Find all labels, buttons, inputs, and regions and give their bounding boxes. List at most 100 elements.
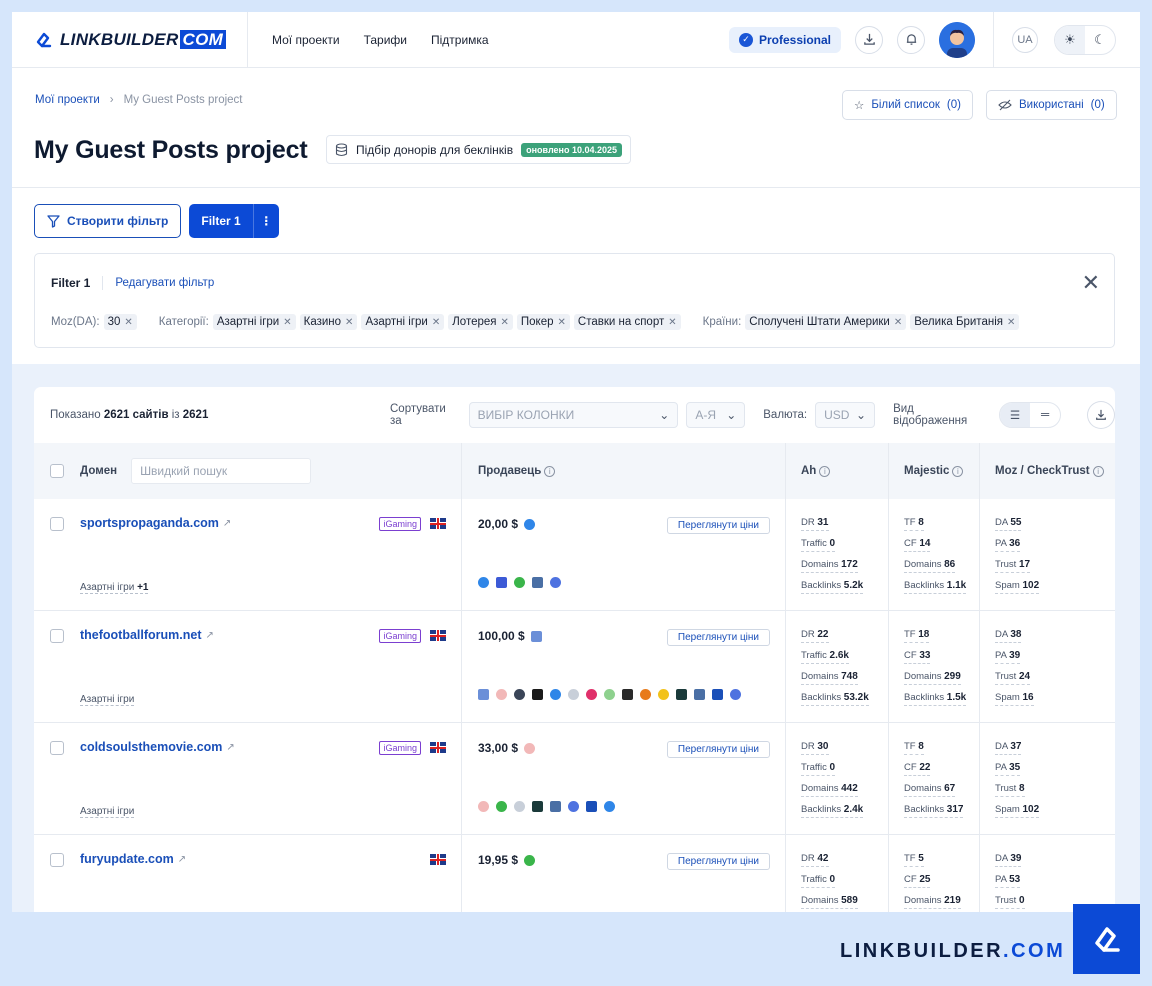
filter-tag[interactable]: Азартні ігри ✕ <box>212 314 296 330</box>
breadcrumb-root[interactable]: Мої проекти <box>35 94 100 106</box>
seller-icon[interactable] <box>694 689 705 700</box>
download-button[interactable] <box>855 25 883 54</box>
sort-column-select[interactable]: ВИБІР КОЛОНКИ ⌄ <box>468 402 679 428</box>
seller-icon[interactable] <box>524 518 536 530</box>
view-prices-button[interactable]: Переглянути ціни <box>666 853 770 870</box>
seller-icon[interactable] <box>496 689 507 700</box>
seller-icon[interactable] <box>550 689 561 700</box>
select-all-checkbox[interactable] <box>50 464 64 478</box>
ah-header[interactable]: Ah <box>801 465 816 477</box>
seller-icon[interactable] <box>568 801 579 812</box>
seller-icon[interactable] <box>640 689 651 700</box>
seller-icon[interactable] <box>524 742 536 754</box>
logo[interactable]: LINKBUILDER COM <box>12 12 248 67</box>
info-icon[interactable]: i <box>1092 465 1104 477</box>
more-icon[interactable]: ⋮ <box>252 204 279 238</box>
seller-icon[interactable] <box>712 689 723 700</box>
remove-icon[interactable]: ✕ <box>124 317 132 328</box>
seller-icon[interactable] <box>532 577 543 588</box>
view-prices-button[interactable]: Переглянути ціни <box>666 517 770 534</box>
seller-icon[interactable] <box>532 689 543 700</box>
row-checkbox[interactable] <box>50 629 64 643</box>
export-button[interactable] <box>1087 401 1115 429</box>
category-label[interactable]: Азартні ігри +1 <box>80 582 149 594</box>
category-label[interactable]: Азартні ігри <box>80 694 135 706</box>
seller-icon[interactable] <box>514 689 525 700</box>
info-icon[interactable]: i <box>544 465 556 477</box>
seller-icon[interactable] <box>514 577 525 588</box>
remove-icon[interactable]: ✕ <box>668 317 676 328</box>
remove-icon[interactable]: ✕ <box>558 317 566 328</box>
seller-icon[interactable] <box>514 801 525 812</box>
remove-icon[interactable]: ✕ <box>345 317 353 328</box>
domain-link[interactable]: furyupdate.com ↗ <box>80 852 186 866</box>
info-icon[interactable]: i <box>952 465 964 477</box>
seller-icon[interactable] <box>550 577 561 588</box>
seller-header[interactable]: Продавець <box>478 465 541 477</box>
nav-support[interactable]: Підтримка <box>431 33 489 47</box>
moon-icon[interactable]: ☾ <box>1085 26 1115 54</box>
info-icon[interactable]: i <box>819 465 831 477</box>
seller-icon[interactable] <box>586 801 597 812</box>
edit-filter-link[interactable]: Редагувати фільтр <box>115 277 214 289</box>
language-switch[interactable]: UA <box>1012 26 1038 53</box>
sun-icon[interactable]: ☀ <box>1055 25 1085 54</box>
seller-icon[interactable] <box>550 801 561 812</box>
active-filter-button[interactable]: Filter 1 ⋮ <box>189 204 279 238</box>
remove-icon[interactable]: ✕ <box>432 317 440 328</box>
seller-icon[interactable] <box>532 801 543 812</box>
seller-icon[interactable] <box>478 689 489 700</box>
seller-icon[interactable] <box>604 801 615 812</box>
view-prices-button[interactable]: Переглянути ціни <box>666 629 770 646</box>
seller-icon[interactable] <box>586 689 597 700</box>
plan-badge[interactable]: ✓ Professional <box>728 26 841 53</box>
filter-tag[interactable]: Сполучені Штати Америки ✕ <box>745 314 907 330</box>
row-checkbox[interactable] <box>50 853 64 867</box>
row-checkbox[interactable] <box>50 517 64 531</box>
row-checkbox[interactable] <box>50 741 64 755</box>
filter-tag[interactable]: Велика Британія ✕ <box>910 314 1020 330</box>
view-toggle[interactable]: ☰ ═ <box>999 402 1062 428</box>
seller-icon[interactable] <box>658 689 669 700</box>
seller-icon[interactable] <box>604 689 615 700</box>
domain-header[interactable]: Домен <box>80 465 117 477</box>
whitelist-button[interactable]: ☆ Білий список (0) <box>842 90 973 120</box>
filter-tag[interactable]: Азартні ігри ✕ <box>361 314 445 330</box>
seller-icon[interactable] <box>676 689 687 700</box>
used-button[interactable]: Використані (0) <box>986 90 1117 120</box>
domain-link[interactable]: thefootballforum.net ↗ <box>80 628 214 642</box>
seller-icon[interactable] <box>524 854 536 866</box>
nav-pricing[interactable]: Тарифи <box>364 33 407 47</box>
remove-icon[interactable]: ✕ <box>894 317 902 328</box>
create-filter-button[interactable]: Створити фільтр <box>34 204 182 238</box>
view-prices-button[interactable]: Переглянути ціни <box>666 741 770 758</box>
seller-icon[interactable] <box>478 801 489 812</box>
close-icon[interactable]: ✕ <box>1082 272 1100 294</box>
domain-link[interactable]: coldsoulsthemovie.com ↗ <box>80 740 235 754</box>
majestic-header[interactable]: Majestic <box>904 465 949 477</box>
moz-header[interactable]: Moz / CheckTrust <box>995 465 1090 477</box>
tool-selector[interactable]: Підбір донорів для беклінків оновлено 10… <box>326 135 632 164</box>
remove-icon[interactable]: ✕ <box>283 317 291 328</box>
filter-tag[interactable]: Ставки на спорт ✕ <box>573 314 681 330</box>
remove-icon[interactable]: ✕ <box>1007 317 1015 328</box>
currency-select[interactable]: USD ⌄ <box>815 402 876 428</box>
seller-icon[interactable] <box>496 577 507 588</box>
filter-tag[interactable]: Лотерея ✕ <box>448 314 513 330</box>
seller-icon[interactable] <box>496 801 507 812</box>
notifications-button[interactable] <box>897 25 925 54</box>
avatar[interactable] <box>939 21 975 58</box>
seller-icon[interactable] <box>568 689 579 700</box>
filter-tag[interactable]: 30 ✕ <box>103 314 137 330</box>
seller-icon[interactable] <box>478 577 489 588</box>
seller-icon[interactable] <box>730 689 741 700</box>
seller-icon[interactable] <box>622 689 633 700</box>
filter-tag[interactable]: Покер ✕ <box>516 314 570 330</box>
seller-icon[interactable] <box>530 630 542 642</box>
quick-search-input[interactable]: Швидкий пошук <box>131 458 312 484</box>
nav-my-projects[interactable]: Мої проекти <box>272 33 340 47</box>
remove-icon[interactable]: ✕ <box>501 317 509 328</box>
category-label[interactable]: Азартні ігри <box>80 806 135 818</box>
sort-order-select[interactable]: А-Я ⌄ <box>686 402 746 428</box>
domain-link[interactable]: sportspropaganda.com ↗ <box>80 516 231 530</box>
